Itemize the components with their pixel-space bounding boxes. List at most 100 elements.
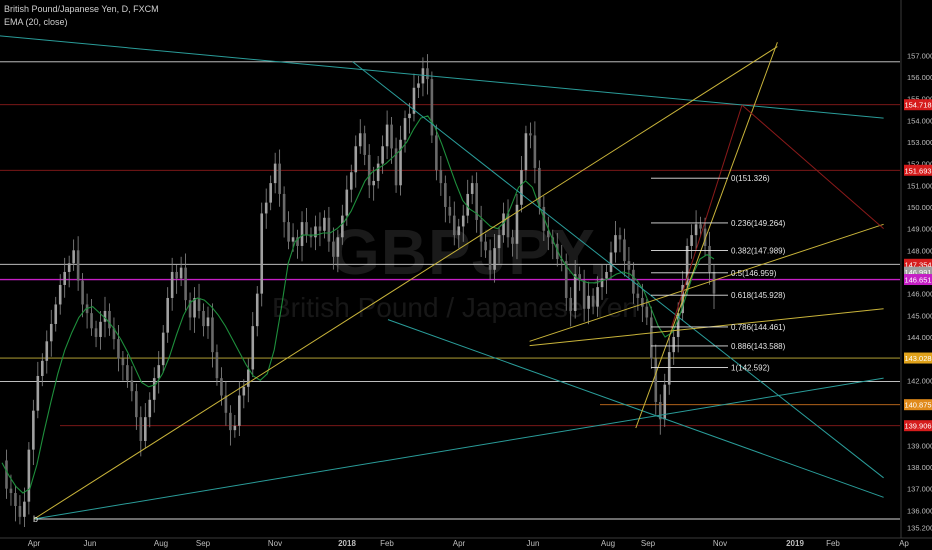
- pattern-marker: b: [33, 514, 38, 524]
- candle-body: [479, 219, 483, 242]
- candle-body: [269, 183, 272, 203]
- candle-body: [130, 380, 134, 392]
- trendline: [33, 377, 884, 520]
- candle-body: [143, 417, 147, 441]
- y-tick-label: 150.000: [907, 203, 932, 212]
- candle-body: [390, 124, 393, 149]
- x-axis: Apr Jun Aug Sep Nov 2018 Feb Apr Jun Aug Sep Nov 201…: [28, 539, 910, 548]
- candle-body: [139, 417, 143, 441]
- candle-body: [117, 339, 120, 359]
- candle-body: [9, 488, 13, 493]
- candle-body: [694, 224, 698, 236]
- candle-body: [5, 460, 8, 489]
- y-tick-label: 137.000: [907, 485, 932, 494]
- candle-body: [67, 263, 71, 272]
- candle-body: [300, 222, 304, 246]
- x-tick-label: Ap: [899, 539, 909, 548]
- candle-body: [94, 328, 98, 337]
- candle-body: [332, 241, 335, 257]
- y-tick-label: 146.000: [907, 290, 932, 299]
- price-badge-label: 151.693: [904, 166, 931, 175]
- y-tick-label: 154.000: [907, 116, 932, 125]
- candle-body: [699, 224, 702, 229]
- candle-body: [645, 306, 649, 318]
- x-tick-label: Sep: [641, 539, 656, 548]
- fib-label: 0.5(146.959): [731, 269, 777, 278]
- candle-body: [81, 280, 84, 305]
- candle-body: [179, 267, 183, 279]
- candle-body: [323, 217, 326, 231]
- candle-body: [426, 68, 429, 80]
- candle-body: [229, 412, 232, 431]
- x-tick-label: 2019: [786, 539, 804, 548]
- price-badge-label: 146.651: [904, 276, 931, 285]
- candle-body: [72, 250, 75, 264]
- candle-body: [650, 317, 653, 359]
- candle-body: [444, 183, 447, 207]
- y-tick-label: 145.000: [907, 311, 932, 320]
- candle-body: [90, 313, 93, 329]
- fib-label: 0(151.326): [731, 174, 770, 183]
- price-chart[interactable]: Apr Jun Aug Sep Nov 2018 Feb Apr Jun Aug Sep Nov 201…: [0, 0, 932, 550]
- candle-body: [385, 124, 389, 147]
- candle-body: [654, 358, 658, 402]
- x-tick-label: Aug: [601, 539, 615, 548]
- candles: [5, 54, 716, 528]
- indicator-label[interactable]: EMA (20, close): [4, 16, 159, 29]
- candle-body: [157, 365, 161, 379]
- candle-body: [421, 68, 425, 84]
- x-tick-label: Apr: [28, 539, 41, 548]
- candle-body: [672, 336, 675, 353]
- candle-body: [273, 163, 277, 184]
- candle-body: [614, 235, 617, 253]
- candle-body: [636, 293, 640, 298]
- candle-body: [211, 317, 214, 353]
- candle-body: [605, 271, 608, 279]
- y-tick-label: 139.000: [907, 441, 932, 450]
- price-badge-label: 140.875: [904, 401, 931, 410]
- candle-body: [470, 183, 474, 194]
- candle-body: [497, 235, 501, 249]
- candle-body: [372, 180, 375, 186]
- candle-body: [417, 83, 420, 88]
- candle-body: [690, 235, 693, 246]
- candle-body: [161, 332, 165, 366]
- price-badge-label: 139.906: [904, 422, 931, 431]
- candle-body: [349, 172, 353, 190]
- candle-body: [569, 297, 573, 311]
- candle-body: [251, 326, 255, 370]
- y-axis: 157.000156.000155.000154.000153.000152.0…: [907, 51, 932, 532]
- candle-body: [32, 410, 35, 450]
- candle-body: [238, 395, 241, 426]
- candle-body: [197, 297, 201, 311]
- candle-body: [667, 352, 671, 385]
- candle-body: [27, 449, 31, 502]
- candle-body: [36, 375, 40, 411]
- fib-label: 0.618(145.928): [731, 291, 786, 300]
- candle-body: [627, 261, 631, 270]
- candle-body: [135, 391, 138, 418]
- candle-body: [220, 378, 223, 396]
- instrument-title[interactable]: British Pound/Japanese Yen, D, FXCM: [4, 3, 159, 16]
- candle-body: [448, 206, 452, 216]
- candle-body: [54, 304, 58, 324]
- candle-body: [170, 271, 174, 298]
- candle-body: [573, 274, 577, 311]
- candle-body: [121, 358, 125, 366]
- y-tick-label: 157.000: [907, 51, 932, 60]
- candle-body: [76, 250, 80, 281]
- candle-body: [435, 135, 438, 171]
- candle-body: [484, 241, 487, 251]
- fib-label: 0.236(149.264): [731, 219, 786, 228]
- candle-body: [596, 287, 599, 307]
- candle-body: [488, 250, 492, 270]
- candle-body: [314, 226, 317, 238]
- candle-body: [641, 297, 644, 307]
- trendline: [0, 35, 884, 119]
- candle-body: [126, 365, 129, 381]
- candle-body: [452, 215, 456, 236]
- candle-body: [45, 341, 49, 361]
- y-tick-label: 149.000: [907, 225, 932, 234]
- candle-body: [148, 399, 152, 418]
- fib-label: 0.382(147.989): [731, 247, 786, 256]
